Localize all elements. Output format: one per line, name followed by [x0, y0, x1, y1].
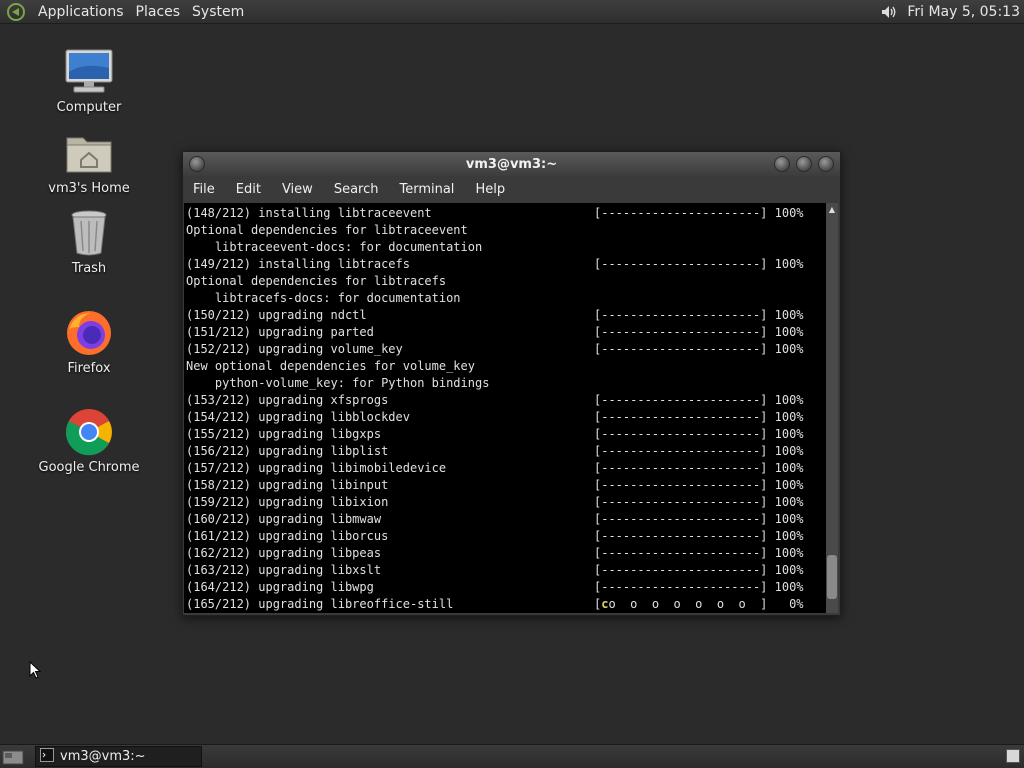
volume-icon[interactable] [877, 0, 901, 24]
terminal-line: (157/212) upgrading libimobiledevice [---… [186, 461, 804, 475]
taskbar-item-label: vm3@vm3:~ [60, 749, 146, 764]
terminal-line: (148/212) installing libtraceevent [-----… [186, 206, 804, 220]
menu-file[interactable]: File [193, 182, 215, 197]
menu-applications[interactable]: Applications [36, 4, 126, 20]
terminal-line: (159/212) upgrading libixion [-----------… [186, 495, 804, 509]
top-panel: Applications Places System Fri May 5, 05… [0, 0, 1024, 24]
desktop-icon-home[interactable]: vm3's Home [24, 127, 154, 196]
terminal-line: (153/212) upgrading xfsprogs [-----------… [186, 393, 804, 407]
maximize-button[interactable] [796, 156, 812, 172]
terminal-line: (164/212) upgrading libwpg [-------------… [186, 580, 804, 594]
minimize-button[interactable] [774, 156, 790, 172]
desktop-icon-label: Google Chrome [38, 460, 140, 475]
terminal-line: libtraceevent-docs: for documentation [186, 240, 483, 254]
window-title: vm3@vm3:~ [465, 156, 558, 172]
mouse-pointer-icon [29, 660, 42, 683]
distro-logo-icon[interactable] [4, 0, 28, 24]
menu-terminal[interactable]: Terminal [399, 182, 454, 197]
home-folder-icon [63, 127, 115, 179]
terminal-line: Optional dependencies for libtracefs [186, 274, 447, 288]
scroll-up-icon[interactable]: ▲ [826, 203, 838, 215]
desktop-icon-label: vm3's Home [48, 181, 130, 196]
firefox-icon [63, 307, 115, 359]
menu-view[interactable]: View [282, 182, 313, 197]
terminal-icon [40, 747, 54, 766]
workspace-switcher[interactable] [1006, 749, 1020, 763]
scrollbar-thumb[interactable] [827, 555, 837, 599]
close-button[interactable] [818, 156, 834, 172]
terminal-line: New optional dependencies for volume_key [186, 359, 475, 373]
desktop-icon-firefox[interactable]: Firefox [24, 307, 154, 376]
terminal-line: (150/212) upgrading ndctl [--------------… [186, 308, 804, 322]
window-menu-icon[interactable] [189, 156, 205, 172]
terminal-line: (162/212) upgrading libpeas [------------… [186, 546, 804, 560]
desktop-icon-label: Trash [71, 261, 107, 276]
desktop-icon-computer[interactable]: Computer [24, 46, 154, 115]
computer-icon [63, 46, 115, 98]
terminal-line: (154/212) upgrading libblockdev [--------… [186, 410, 804, 424]
terminal-line: (158/212) upgrading libinput [-----------… [186, 478, 804, 492]
menu-places[interactable]: Places [134, 4, 183, 20]
clock[interactable]: Fri May 5, 05:13 [907, 4, 1020, 20]
trash-icon [63, 207, 115, 259]
terminal-line: (160/212) upgrading libmwaw [------------… [186, 512, 804, 526]
bottom-panel: vm3@vm3:~ [0, 744, 1024, 768]
terminal-line-current: (165/212) upgrading libreoffice-still [co… [186, 597, 804, 611]
window-titlebar[interactable]: vm3@vm3:~ [183, 152, 840, 176]
desktop-icon-trash[interactable]: Trash [24, 207, 154, 276]
window-menubar: File Edit View Search Terminal Help [183, 176, 840, 202]
taskbar-item-terminal[interactable]: vm3@vm3:~ [35, 746, 202, 767]
terminal-window[interactable]: vm3@vm3:~ File Edit View Search Terminal… [182, 151, 841, 616]
desktop-icon-label: Firefox [67, 361, 111, 376]
chrome-icon [63, 406, 115, 458]
terminal-line: (151/212) upgrading parted [-------------… [186, 325, 804, 339]
terminal-line: libtracefs-docs: for documentation [186, 291, 461, 305]
menu-edit[interactable]: Edit [236, 182, 261, 197]
terminal-line: (156/212) upgrading libplist [-----------… [186, 444, 804, 458]
menu-system[interactable]: System [190, 4, 246, 20]
terminal-output[interactable]: (148/212) installing libtraceevent [-----… [184, 203, 827, 613]
terminal-line: (152/212) upgrading volume_key [---------… [186, 342, 804, 356]
terminal-line: (155/212) upgrading libgxps [------------… [186, 427, 804, 441]
show-desktop-icon[interactable] [2, 748, 24, 766]
terminal-line: (163/212) upgrading libxslt [------------… [186, 563, 804, 577]
terminal-line: Optional dependencies for libtraceevent [186, 223, 468, 237]
menu-search[interactable]: Search [334, 182, 379, 197]
terminal-line: python-volume_key: for Python bindings [186, 376, 490, 390]
desktop-icon-chrome[interactable]: Google Chrome [24, 406, 154, 475]
terminal-line: (149/212) installing libtracefs [--------… [186, 257, 804, 271]
terminal-scrollbar[interactable]: ▲ [826, 203, 838, 613]
terminal-line: (161/212) upgrading liborcus [-----------… [186, 529, 804, 543]
desktop-icon-label: Computer [56, 100, 122, 115]
menu-help[interactable]: Help [475, 182, 505, 197]
